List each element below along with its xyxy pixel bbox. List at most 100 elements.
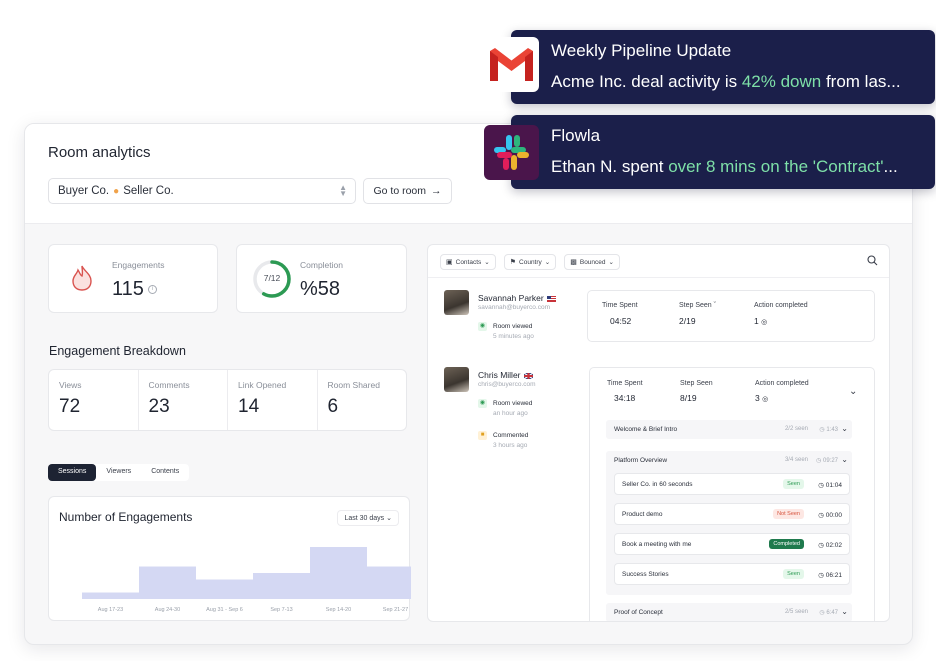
chart-x-tick-label: Aug 31 - Sep 6 <box>206 607 243 613</box>
handshake-icon: ● <box>113 185 120 197</box>
content-item[interactable]: Book a meeting with me Completed ◷ 02:02 <box>614 533 850 555</box>
us-flag-icon <box>546 295 556 302</box>
breakdown-cell: Comments 23 <box>139 370 228 430</box>
filter-bounced[interactable]: ▩ Bounced ⌄ <box>564 254 620 270</box>
stage-row[interactable]: Welcome & Brief Intro 2/2 seen ◷ 1:43 ⌄ <box>606 420 852 439</box>
divider <box>428 277 889 278</box>
activity-text: Room viewed <box>493 323 533 331</box>
chart-x-tick-label: Aug 17-23 <box>98 607 123 613</box>
chevron-down-icon: ⌄ <box>544 259 551 266</box>
contact-name-text: Chris Miller <box>478 370 521 380</box>
filter-label: Contacts <box>455 258 482 266</box>
select-chevron-icon: ▲ ▼ <box>339 183 347 198</box>
notification-slack[interactable]: Flowla Ethan N. spent over 8 mins on the… <box>511 115 935 189</box>
metric-label: Action completed <box>755 380 809 387</box>
status-badge: Completed <box>769 539 804 549</box>
page-title: Room analytics <box>48 144 151 161</box>
contact-email: chris@buyerco.com <box>478 381 536 388</box>
uk-flag-icon <box>523 372 533 379</box>
tab-contents[interactable]: Contents <box>141 464 189 481</box>
stage-count: 3/4 seen <box>784 457 808 463</box>
contact-metrics: Time Spent 04:52 Step Seen ˇ 2/19 Action… <box>587 290 875 342</box>
eye-icon: ◉ <box>478 322 487 331</box>
breakdown-value: 72 <box>59 396 81 417</box>
stage-name: Proof of Concept <box>614 609 663 616</box>
target-icon: ◎ <box>762 396 769 403</box>
chevron-down-icon[interactable]: ⌄ <box>849 386 857 397</box>
engagements-number: 115 <box>112 278 144 300</box>
metric-label: Time Spent <box>607 380 643 387</box>
content-time: ◷ 02:02 <box>818 542 842 549</box>
notification-title: Flowla <box>551 126 601 145</box>
notification-body: Ethan N. spent over 8 mins on the 'Contr… <box>551 157 931 177</box>
go-to-room-button[interactable]: Go to room → <box>363 178 452 204</box>
info-icon[interactable]: i <box>147 285 157 295</box>
chart-x-tick-label: Aug 24-30 <box>155 607 180 613</box>
notification-title: Weekly Pipeline Update <box>551 41 732 60</box>
metric-value: 2/19 <box>679 316 696 326</box>
engagements-card: Engagements 115 i <box>48 244 218 313</box>
breakdown-cell: Link Opened 14 <box>228 370 318 430</box>
stage-time-text: 09:27 <box>822 458 838 464</box>
metric-label: Step Seen <box>680 380 713 387</box>
filter-bar: ▣ Contacts ⌄ ⚑ Country ⌄ ▩ Bounced ⌄ <box>440 254 620 270</box>
filter-country[interactable]: ⚑ Country ⌄ <box>503 254 557 270</box>
room-select-left: Buyer Co. <box>58 185 110 197</box>
content-item[interactable]: Product demo Not Seen ◷ 00:00 <box>614 503 850 525</box>
contact-name: Chris Miller <box>478 370 533 380</box>
stage-name: Platform Overview <box>614 457 668 464</box>
metric-label-text: Step Seen <box>679 302 712 309</box>
filter-label: Bounced <box>579 258 606 266</box>
content-time: ◷ 06:21 <box>818 572 842 579</box>
chevron-down-icon: ⌄ <box>841 455 848 464</box>
tab-sessions[interactable]: Sessions <box>48 464 97 481</box>
content-name: Product demo <box>622 511 663 518</box>
metric-value: 04:52 <box>610 316 632 326</box>
metric-value: 3 ◎ <box>755 393 768 403</box>
breakdown-label: Comments <box>148 380 190 390</box>
metric-value-text: 1 <box>754 316 759 326</box>
content-item[interactable]: Seller Co. in 60 seconds Seen ◷ 01:04 <box>614 473 850 495</box>
breakdown-value: 23 <box>148 396 170 417</box>
content-time: ◷ 00:00 <box>818 512 842 519</box>
notification-text: Acme Inc. deal activity is <box>551 72 742 91</box>
analytics-tabs: Sessions Viewers Contents <box>48 464 190 481</box>
stage-count: 2/2 seen <box>784 426 808 432</box>
status-badge: Not Seen <box>773 509 804 519</box>
gmail-icon <box>484 37 539 92</box>
activity-text: Room viewed <box>493 400 533 408</box>
chart-x-tick-label: Sep 7-13 <box>270 607 292 613</box>
chart-bar <box>139 566 196 599</box>
activity-text: Commented <box>493 432 529 440</box>
breakdown-table: Views 72 Comments 23 Link Opened 14 Room Sh… <box>48 369 407 431</box>
breakdown-label: Link Opened <box>238 380 287 390</box>
filter-contacts[interactable]: ▣ Contacts ⌄ <box>440 254 496 270</box>
chevron-down-icon: ⌄ <box>841 607 848 616</box>
chevron-down-icon: ⌄ <box>608 259 614 266</box>
content-item[interactable]: Success Stories Seen ◷ 06:21 <box>614 563 850 585</box>
stage-name: Welcome & Brief Intro <box>614 426 678 433</box>
activity-item: ■ Commented 3 hours ago <box>478 431 528 449</box>
stage-row[interactable]: Proof of Concept 2/5 seen ◷ 6:47 ⌄ <box>606 603 852 621</box>
search-icon[interactable] <box>867 255 878 266</box>
content-time-text: 01:04 <box>825 482 842 489</box>
chevron-down-icon: ˇ <box>713 302 716 309</box>
room-select[interactable]: Buyer Co. ● Seller Co. ▲ ▼ <box>48 178 356 204</box>
filter-label: Country <box>519 258 542 266</box>
notification-highlight: over 8 mins on the 'Contract' <box>668 157 884 176</box>
stage-time-text: 6:47 <box>826 610 838 616</box>
notification-text: from las... <box>821 72 901 91</box>
avatar <box>444 290 469 315</box>
status-badge: Seen <box>783 569 804 579</box>
stage-time: ◷ 1:43 <box>819 427 838 433</box>
notification-gmail[interactable]: Weekly Pipeline Update Acme Inc. deal ac… <box>511 30 935 104</box>
chevron-down-icon: ⌄ <box>484 259 490 266</box>
breakdown-cell: Room Shared 6 <box>318 370 407 430</box>
status-badge: Seen <box>783 479 804 489</box>
chart-x-tick-label: Sep 21-27 <box>383 607 408 613</box>
tab-viewers[interactable]: Viewers <box>96 464 141 481</box>
eye-icon: ◉ <box>478 399 487 408</box>
stage-count: 2/5 seen <box>784 609 808 615</box>
engagements-value: 115 i <box>112 278 157 301</box>
breakdown-label: Room Shared <box>327 380 380 390</box>
